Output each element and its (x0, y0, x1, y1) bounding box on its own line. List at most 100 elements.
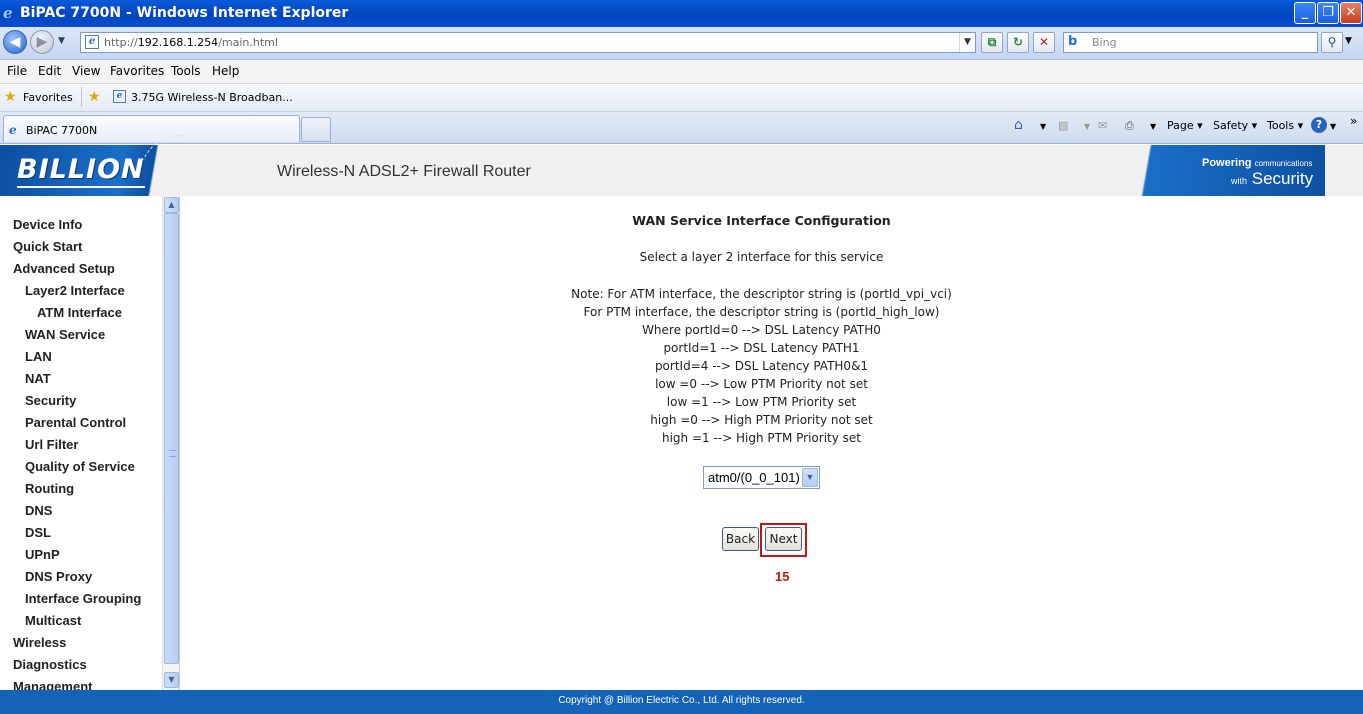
copyright-footer: Copyright @ Billion Electric Co., Ltd. A… (0, 690, 1363, 714)
note-line: portId=1 --> DSL Latency PATH1 (663, 341, 860, 355)
sidebar-item-layer2-interface[interactable]: Layer2 Interface (25, 283, 125, 298)
tagline-bottom: with Security (1231, 169, 1313, 189)
window-title: BiPAC 7700N - Windows Internet Explorer (20, 5, 349, 21)
page-menu[interactable]: Page ▾ (1167, 119, 1203, 132)
compatibility-view-icon[interactable]: ⧉ (981, 32, 1003, 53)
search-field[interactable]: b Bing (1063, 32, 1318, 53)
menu-tools[interactable]: Tools (171, 64, 201, 78)
search-icon[interactable]: ⚲ (1321, 32, 1343, 53)
interface-select-value: atm0/(0_0_101) (708, 470, 800, 485)
url-dropdown-icon[interactable]: ▼ (959, 33, 975, 52)
sidebar-item-nat[interactable]: NAT (25, 371, 51, 386)
interface-select[interactable]: atm0/(0_0_101) ▼ (703, 466, 820, 489)
scroll-down-icon[interactable]: ▼ (164, 672, 179, 688)
step-number: 15 (775, 569, 790, 584)
note-line: Where portId=0 --> DSL Latency PATH0 (642, 323, 881, 337)
url-path: /main.html (218, 36, 278, 49)
chevron-down-icon[interactable]: ▼ (802, 468, 818, 487)
note-line: high =0 --> High PTM Priority not set (650, 413, 873, 427)
router-banner: BILLION Wireless-N ADSL2+ Firewall Route… (0, 118, 1363, 232)
tagline-powering: Powering (1202, 157, 1252, 169)
tab-active[interactable]: e BiPAC 7700N (3, 115, 300, 142)
sidebar-item-dns[interactable]: DNS (25, 503, 52, 518)
menu-favorites[interactable]: Favorites (110, 64, 164, 78)
refresh-icon[interactable]: ↻ (1007, 32, 1029, 53)
sidebar-item-upnp[interactable]: UPnP (25, 547, 60, 562)
tab-title: BiPAC 7700N (26, 124, 98, 137)
sidebar-item-security[interactable]: Security (25, 393, 76, 408)
sidebar-item-atm-interface[interactable]: ATM Interface (37, 305, 122, 320)
tagline-security: Security (1251, 169, 1314, 188)
sidebar-item-wan-service[interactable]: WAN Service (25, 327, 105, 342)
favorites-button[interactable]: Favorites (23, 91, 73, 104)
minimize-button[interactable]: _ (1294, 2, 1316, 24)
close-button[interactable]: ✕ (1340, 2, 1362, 24)
note-line: low =0 --> Low PTM Priority not set (655, 377, 868, 391)
favorite-link[interactable]: 3.75G Wireless-N Broadban... (131, 91, 293, 104)
window-title-bar: e BiPAC 7700N - Windows Internet Explore… (0, 0, 1363, 27)
add-favorites-icon[interactable]: ★ (88, 89, 101, 105)
favorite-page-icon: e (113, 90, 126, 103)
ie-logo-icon: e (3, 4, 13, 22)
tools-menu-label: Tools (1267, 119, 1295, 132)
address-toolbar: ◀ ▶ ▼ e http://192.168.1.254/main.html ▼… (0, 27, 1363, 60)
menu-edit[interactable]: Edit (38, 64, 61, 78)
sidebar-scrollbar[interactable]: ▲ ▼ (162, 196, 179, 690)
menu-file[interactable]: File (7, 64, 27, 78)
url-field[interactable]: e http://192.168.1.254/main.html ▼ (80, 32, 976, 53)
tab-bar: e BiPAC 7700N ⌂ ▼ ▧ ▼ ✉ ⎙ ▼ Page ▾ Safet… (0, 112, 1363, 144)
back-nav-button[interactable]: ◀ (3, 30, 27, 54)
sidebar-item-multicast[interactable]: Multicast (25, 613, 81, 628)
safety-menu[interactable]: Safety ▾ (1213, 119, 1257, 132)
home-icon[interactable]: ⌂ (1014, 117, 1023, 133)
sidebar-item-device-info[interactable]: Device Info (13, 217, 82, 232)
menu-bar: File Edit View Favorites Tools Help (0, 60, 1363, 84)
tools-menu[interactable]: Tools ▾ (1267, 119, 1303, 132)
sidebar-item-management[interactable]: Management (13, 679, 92, 690)
menu-view[interactable]: View (72, 64, 100, 78)
note-line: Note: For ATM interface, the descriptor … (571, 287, 952, 301)
forward-nav-button[interactable]: ▶ (30, 30, 54, 54)
page-icon: e (85, 35, 99, 49)
sidebar-item-dns-proxy[interactable]: DNS Proxy (25, 569, 92, 584)
scrollbar-thumb[interactable] (164, 213, 179, 664)
restore-button[interactable]: ❐ (1317, 2, 1339, 24)
sidebar-item-dsl[interactable]: DSL (25, 525, 51, 540)
feeds-icon[interactable]: ▧ (1058, 119, 1068, 132)
sidebar-item-parental-control[interactable]: Parental Control (25, 415, 126, 430)
search-options-icon[interactable]: ▼ (1345, 36, 1352, 46)
sidebar-item-advanced-setup[interactable]: Advanced Setup (13, 261, 115, 276)
sidebar-item-url-filter[interactable]: Url Filter (25, 437, 78, 452)
sidebar-item-quality-of-service[interactable]: Quality of Service (25, 459, 135, 474)
note-line: portId=4 --> DSL Latency PATH0&1 (654, 359, 869, 373)
favorites-bar: ★ Favorites ★ e 3.75G Wireless-N Broadba… (0, 84, 1363, 112)
help-icon[interactable]: ? (1311, 117, 1327, 133)
url-host: 192.168.1.254 (137, 36, 219, 49)
sidebar-item-wireless[interactable]: Wireless (13, 635, 66, 650)
feeds-dropdown-icon[interactable]: ▼ (1084, 122, 1090, 131)
sidebar-item-quick-start[interactable]: Quick Start (13, 239, 82, 254)
more-chevron-icon[interactable]: » (1350, 114, 1357, 128)
favorites-star-icon: ★ (4, 89, 17, 105)
favorites-divider (81, 87, 82, 107)
page-menu-label: Page (1167, 119, 1194, 132)
next-button[interactable]: Next (765, 527, 802, 551)
home-dropdown-icon[interactable]: ▼ (1040, 122, 1046, 131)
sidebar-item-routing[interactable]: Routing (25, 481, 74, 496)
back-button[interactable]: Back (722, 527, 759, 551)
url-scheme: http:// (104, 36, 138, 49)
note-line: high =1 --> High PTM Priority set (661, 431, 861, 445)
sidebar-item-lan[interactable]: LAN (25, 349, 52, 364)
menu-help[interactable]: Help (212, 64, 239, 78)
history-dropdown-icon[interactable]: ▼ (58, 36, 65, 46)
print-icon[interactable]: ⎙ (1125, 119, 1134, 133)
print-dropdown-icon[interactable]: ▼ (1150, 122, 1156, 131)
scroll-up-icon[interactable]: ▲ (164, 197, 179, 213)
read-mail-icon[interactable]: ✉ (1098, 119, 1107, 132)
sidebar-item-interface-grouping[interactable]: Interface Grouping (25, 591, 141, 606)
stop-icon[interactable]: ✕ (1033, 32, 1055, 53)
new-tab-button[interactable] (301, 117, 331, 142)
sidebar-item-diagnostics[interactable]: Diagnostics (13, 657, 87, 672)
product-name: Wireless-N ADSL2+ Firewall Router (277, 163, 531, 180)
help-dropdown-icon[interactable]: ▼ (1330, 122, 1336, 131)
